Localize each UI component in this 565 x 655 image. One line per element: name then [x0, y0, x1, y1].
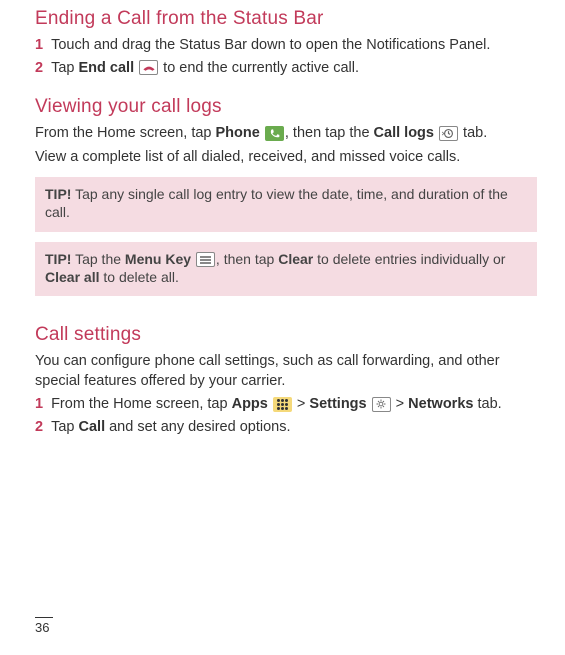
text: tab.	[459, 125, 487, 141]
body-text: View a complete list of all dialed, rece…	[35, 148, 537, 168]
step-text: Tap Call and set any desired options.	[51, 418, 537, 438]
settings-icon	[372, 397, 391, 412]
body-text: You can configure phone call settings, s…	[35, 352, 537, 391]
text: to delete entries individually or	[313, 251, 505, 267]
text: , then tap	[216, 251, 278, 267]
label-end-call: End call	[79, 60, 135, 76]
text: Tap the	[71, 251, 124, 267]
call-logs-icon	[439, 126, 458, 141]
label-clear: Clear	[278, 251, 313, 267]
heading-call-settings: Call settings	[35, 324, 537, 346]
tip-label: TIP!	[45, 251, 71, 267]
step-number: 1	[35, 36, 43, 56]
step-text: Tap End call to end the currently active…	[51, 59, 537, 79]
heading-viewing-logs: Viewing your call logs	[35, 96, 537, 118]
step-number: 2	[35, 59, 43, 79]
text: >	[392, 396, 409, 412]
step-number: 2	[35, 418, 43, 438]
apps-icon	[273, 397, 292, 412]
label-settings: Settings	[309, 396, 366, 412]
text: to end the currently active call.	[159, 60, 359, 76]
menu-key-icon	[196, 252, 215, 267]
label-clear-all: Clear all	[45, 269, 99, 285]
label-phone: Phone	[216, 125, 260, 141]
label-networks: Networks	[408, 396, 473, 412]
tip-label: TIP!	[45, 186, 71, 202]
step-row: 2 Tap End call to end the currently acti…	[35, 59, 537, 79]
step-row: 1 From the Home screen, tap Apps > Setti…	[35, 395, 537, 415]
text: and set any desired options.	[105, 419, 290, 435]
text: Tap	[51, 419, 78, 435]
step-row: 2 Tap Call and set any desired options.	[35, 418, 537, 438]
phone-icon	[265, 126, 284, 141]
label-call: Call	[79, 419, 106, 435]
text: >	[293, 396, 310, 412]
text: From the Home screen, tap	[35, 125, 216, 141]
label-menu-key: Menu Key	[125, 251, 191, 267]
text: tab.	[473, 396, 501, 412]
text: , then tap the	[285, 125, 374, 141]
label-call-logs: Call logs	[374, 125, 434, 141]
tip-text: Tap any single call log entry to view th…	[45, 186, 508, 220]
tip-box: TIP! Tap the Menu Key , then tap Clear t…	[35, 242, 537, 296]
text: From the Home screen, tap	[51, 396, 232, 412]
page-number: 36	[35, 617, 53, 635]
step-number: 1	[35, 395, 43, 415]
text: Tap	[51, 60, 78, 76]
step-text: Touch and drag the Status Bar down to op…	[51, 36, 537, 56]
body-text: From the Home screen, tap Phone , then t…	[35, 124, 537, 144]
text: to delete all.	[99, 269, 178, 285]
tip-box: TIP! Tap any single call log entry to vi…	[35, 177, 537, 231]
step-text: From the Home screen, tap Apps > Setting…	[51, 395, 537, 415]
label-apps: Apps	[232, 396, 268, 412]
step-row: 1 Touch and drag the Status Bar down to …	[35, 36, 537, 56]
heading-ending-call: Ending a Call from the Status Bar	[35, 8, 537, 30]
end-call-icon	[139, 60, 158, 75]
